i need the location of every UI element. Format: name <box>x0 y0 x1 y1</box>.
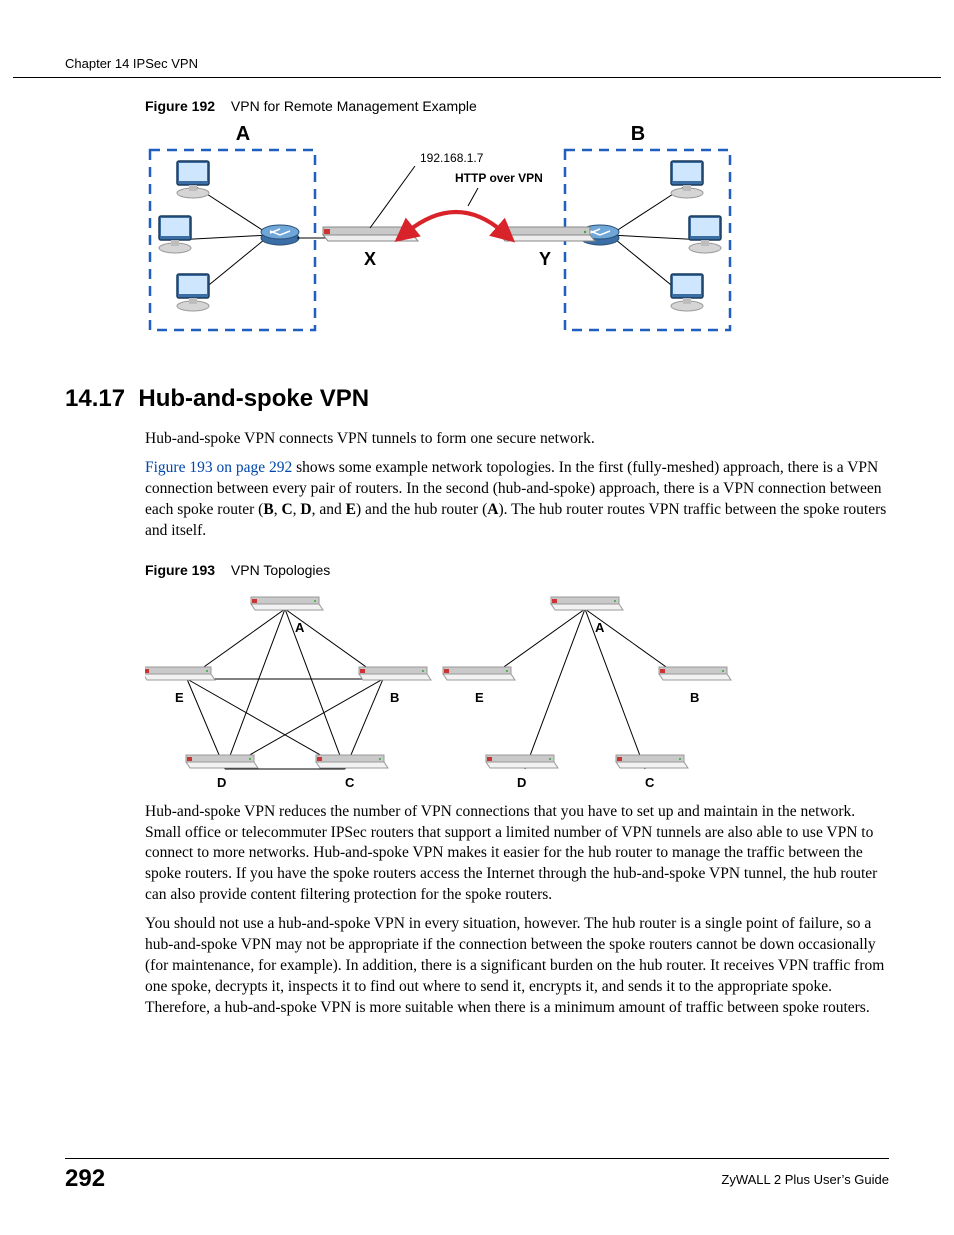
site-a-label: A <box>236 123 250 145</box>
svg-text:C: C <box>645 775 655 789</box>
paragraph-2: Figure 193 on page 292 shows some exampl… <box>145 458 889 542</box>
svg-text:D: D <box>217 775 226 789</box>
topology-hub-spoke: A B C D E <box>443 597 731 789</box>
figure-193-title: VPN Topologies <box>231 562 330 578</box>
svg-text:C: C <box>345 775 355 789</box>
gateway-y-label: Y <box>539 249 551 269</box>
figure-192-title: VPN for Remote Management Example <box>231 98 477 114</box>
http-over-vpn-label: HTTP over VPN <box>455 171 543 185</box>
figure-193-diagram: A B C D E A B C D E <box>145 584 889 794</box>
figure-193-label: Figure 193 <box>145 562 227 578</box>
gateway-x-label: X <box>364 249 376 269</box>
section-number: 14.17 <box>65 385 125 412</box>
section-heading: 14.17 Hub-and-spoke VPN <box>65 385 889 413</box>
figure-193-xref[interactable]: Figure 193 on page 292 <box>145 459 292 476</box>
svg-text:D: D <box>517 775 526 789</box>
router-a-icon <box>261 225 299 245</box>
svg-text:A: A <box>595 620 605 635</box>
vpn-tunnel-icon <box>407 212 503 232</box>
page-footer: 292 ZyWALL 2 Plus User’s Guide <box>65 1158 889 1193</box>
figure-192-diagram: A B X Y 192.168.1.7 HTTP over VPN <box>145 120 889 345</box>
topology-mesh: A B C D E <box>145 597 431 789</box>
site-b-label: B <box>631 123 645 145</box>
page-number: 292 <box>65 1165 105 1193</box>
svg-text:B: B <box>390 690 399 705</box>
section-title: Hub-and-spoke VPN <box>138 385 369 412</box>
svg-text:E: E <box>175 690 184 705</box>
figure-192-caption: Figure 192 VPN for Remote Management Exa… <box>145 98 889 114</box>
figure-193-caption: Figure 193 VPN Topologies <box>145 562 889 578</box>
svg-text:E: E <box>475 690 484 705</box>
gateway-y-icon <box>500 227 595 241</box>
paragraph-3: Hub-and-spoke VPN reduces the number of … <box>145 802 889 907</box>
ip-label: 192.168.1.7 <box>420 151 484 165</box>
svg-text:A: A <box>295 620 305 635</box>
paragraph-4: You should not use a hub-and-spoke VPN i… <box>145 914 889 1019</box>
paragraph-1: Hub-and-spoke VPN connects VPN tunnels t… <box>145 429 889 450</box>
running-head: Chapter 14 IPSec VPN <box>13 56 941 78</box>
guide-title: ZyWALL 2 Plus User’s Guide <box>721 1172 889 1187</box>
figure-192-label: Figure 192 <box>145 98 227 114</box>
gateway-x-icon <box>323 227 418 241</box>
svg-text:B: B <box>690 690 699 705</box>
